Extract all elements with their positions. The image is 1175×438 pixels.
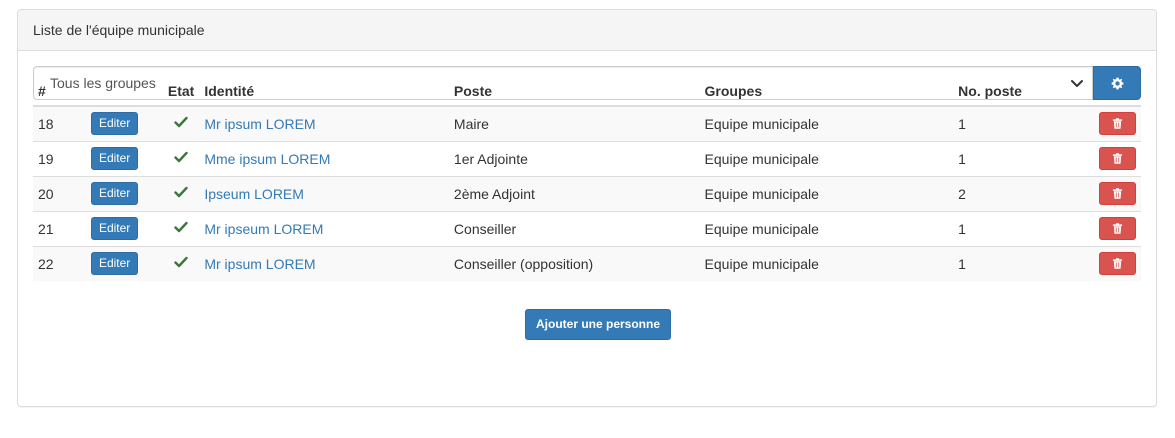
row-status-cell — [162, 210, 200, 246]
row-edit-cell: Editer — [85, 245, 163, 281]
delete-button[interactable] — [1099, 182, 1136, 205]
delete-button[interactable] — [1099, 147, 1136, 170]
table-row: 22 Editer Mr ipsum LOREM Conseiller (opp… — [33, 245, 1141, 281]
check-icon — [174, 151, 188, 163]
row-identity-cell: Mr ipsum LOREM — [199, 245, 449, 281]
trash-icon — [1112, 258, 1123, 269]
edit-button[interactable]: Editer — [90, 252, 139, 276]
delete-button[interactable] — [1099, 252, 1136, 276]
header-groupes: Groupes — [699, 76, 954, 107]
header-edit — [85, 76, 163, 107]
row-number: 19 — [33, 140, 86, 176]
row-poste: Conseiller (opposition) — [448, 245, 700, 281]
header-poste: Poste — [448, 76, 700, 107]
check-icon — [174, 186, 188, 198]
check-icon — [174, 221, 188, 233]
row-delete-cell — [1092, 140, 1141, 176]
row-status-cell — [162, 245, 200, 281]
row-no-poste: 1 — [953, 106, 1093, 141]
row-status-cell — [162, 175, 200, 211]
row-identity-cell: Mr ipseum LOREM — [199, 210, 449, 246]
row-number: 22 — [33, 245, 86, 281]
row-no-poste: 1 — [953, 140, 1093, 176]
table-header-row: # Etat Identité Poste Groupes No. poste — [33, 76, 1141, 107]
edit-button[interactable]: Editer — [90, 147, 139, 170]
row-status-cell — [162, 140, 200, 176]
identity-link[interactable]: Mr ipsum LOREM — [204, 256, 315, 272]
row-delete-cell — [1092, 210, 1141, 246]
check-icon — [174, 117, 188, 128]
row-delete-cell — [1092, 106, 1141, 141]
row-identity-cell: Mr ipsum LOREM — [199, 106, 449, 141]
identity-link[interactable]: Mme ipsum LOREM — [204, 151, 330, 167]
row-no-poste: 1 — [953, 245, 1093, 281]
table-row: 19 Editer Mme ipsum LOREM 1er Adjointe E… — [33, 140, 1141, 176]
row-identity-cell: Ipseum LOREM — [199, 175, 449, 211]
panel-title: Liste de l'équipe municipale — [33, 22, 205, 38]
row-delete-cell — [1092, 175, 1141, 211]
table-row: 20 Editer Ipseum LOREM 2ème Adjoint Equi… — [33, 175, 1141, 211]
row-poste: Conseiller — [448, 210, 700, 246]
row-edit-cell: Editer — [85, 175, 163, 211]
header-delete — [1092, 76, 1141, 107]
team-panel: Liste de l'équipe municipale Tous les gr… — [17, 9, 1157, 407]
row-delete-cell — [1092, 245, 1141, 281]
trash-icon — [1112, 223, 1123, 234]
delete-button[interactable] — [1099, 217, 1136, 240]
add-person-button[interactable]: Ajouter une personne — [525, 309, 672, 340]
row-number: 18 — [33, 106, 86, 141]
trash-icon — [1112, 153, 1123, 164]
header-number: # — [33, 76, 86, 107]
row-groupes: Equipe municipale — [699, 245, 954, 281]
row-groupes: Equipe municipale — [699, 106, 954, 141]
row-edit-cell: Editer — [85, 106, 163, 141]
edit-button[interactable]: Editer — [90, 217, 139, 240]
header-status: Etat — [162, 76, 200, 107]
row-groupes: Equipe municipale — [699, 210, 954, 246]
table-row: 18 Editer Mr ipsum LOREM Maire Equipe mu… — [33, 106, 1141, 141]
identity-link[interactable]: Mr ipseum LOREM — [204, 221, 323, 237]
row-groupes: Equipe municipale — [699, 140, 954, 176]
row-number: 20 — [33, 175, 86, 211]
row-identity-cell: Mme ipsum LOREM — [199, 140, 449, 176]
row-status-cell — [162, 106, 200, 141]
row-number: 21 — [33, 210, 86, 246]
trash-icon — [1112, 188, 1123, 199]
identity-link[interactable]: Mr ipsum LOREM — [204, 116, 315, 132]
row-edit-cell: Editer — [85, 210, 163, 246]
identity-link[interactable]: Ipseum LOREM — [204, 186, 304, 202]
row-poste: Maire — [448, 106, 700, 141]
panel-heading: Liste de l'équipe municipale — [18, 10, 1156, 51]
delete-button[interactable] — [1099, 112, 1136, 136]
table-row: 21 Editer Mr ipseum LOREM Conseiller Equ… — [33, 210, 1141, 246]
check-icon — [174, 257, 188, 268]
row-poste: 2ème Adjoint — [448, 175, 700, 211]
header-no-poste: No. poste — [953, 76, 1093, 107]
trash-icon — [1112, 118, 1123, 129]
row-edit-cell: Editer — [85, 140, 163, 176]
row-poste: 1er Adjointe — [448, 140, 700, 176]
team-table: # Etat Identité Poste Groupes No. poste … — [33, 76, 1141, 281]
edit-button[interactable]: Editer — [90, 112, 139, 136]
row-no-poste: 2 — [953, 175, 1093, 211]
edit-button[interactable]: Editer — [90, 182, 139, 205]
header-identity: Identité — [199, 76, 449, 107]
row-no-poste: 1 — [953, 210, 1093, 246]
row-groupes: Equipe municipale — [699, 175, 954, 211]
